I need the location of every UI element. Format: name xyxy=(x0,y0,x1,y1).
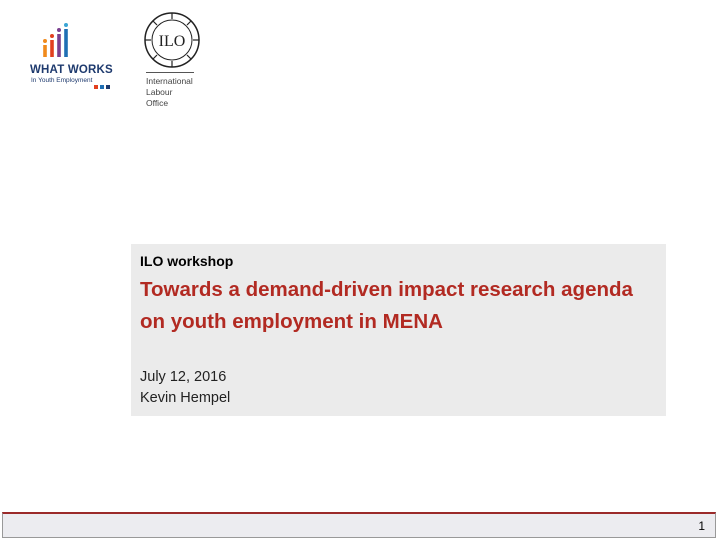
ilo-line-3: Office xyxy=(146,98,169,108)
what-works-subtitle: In Youth Employment xyxy=(31,77,93,84)
slide-date: July 12, 2016 xyxy=(140,369,227,385)
slide-title: Towards a demand-driven impact research … xyxy=(140,278,633,333)
page-number: 1 xyxy=(698,519,705,533)
ilo-logo: ILO International Labour Office xyxy=(140,10,210,115)
ilo-line-2: Labour xyxy=(146,87,173,97)
slide-author: Kevin Hempel xyxy=(140,390,231,406)
ilo-emblem-text: ILO xyxy=(159,33,186,50)
bar-chart-icon xyxy=(43,23,68,57)
color-squares xyxy=(94,85,110,89)
slide-kicker: ILO workshop xyxy=(140,253,234,269)
title-box: ILO workshop Towards a demand-driven imp… xyxy=(131,244,666,416)
ilo-divider xyxy=(146,72,194,73)
what-works-logo: WHAT WORKS In Youth Employment xyxy=(30,22,120,92)
ilo-name: International Labour Office xyxy=(146,76,193,109)
ilo-line-1: International xyxy=(146,76,193,86)
ilo-emblem-icon: ILO xyxy=(144,12,200,68)
slide-footer: 1 xyxy=(2,512,716,538)
what-works-title: WHAT WORKS xyxy=(30,64,113,76)
